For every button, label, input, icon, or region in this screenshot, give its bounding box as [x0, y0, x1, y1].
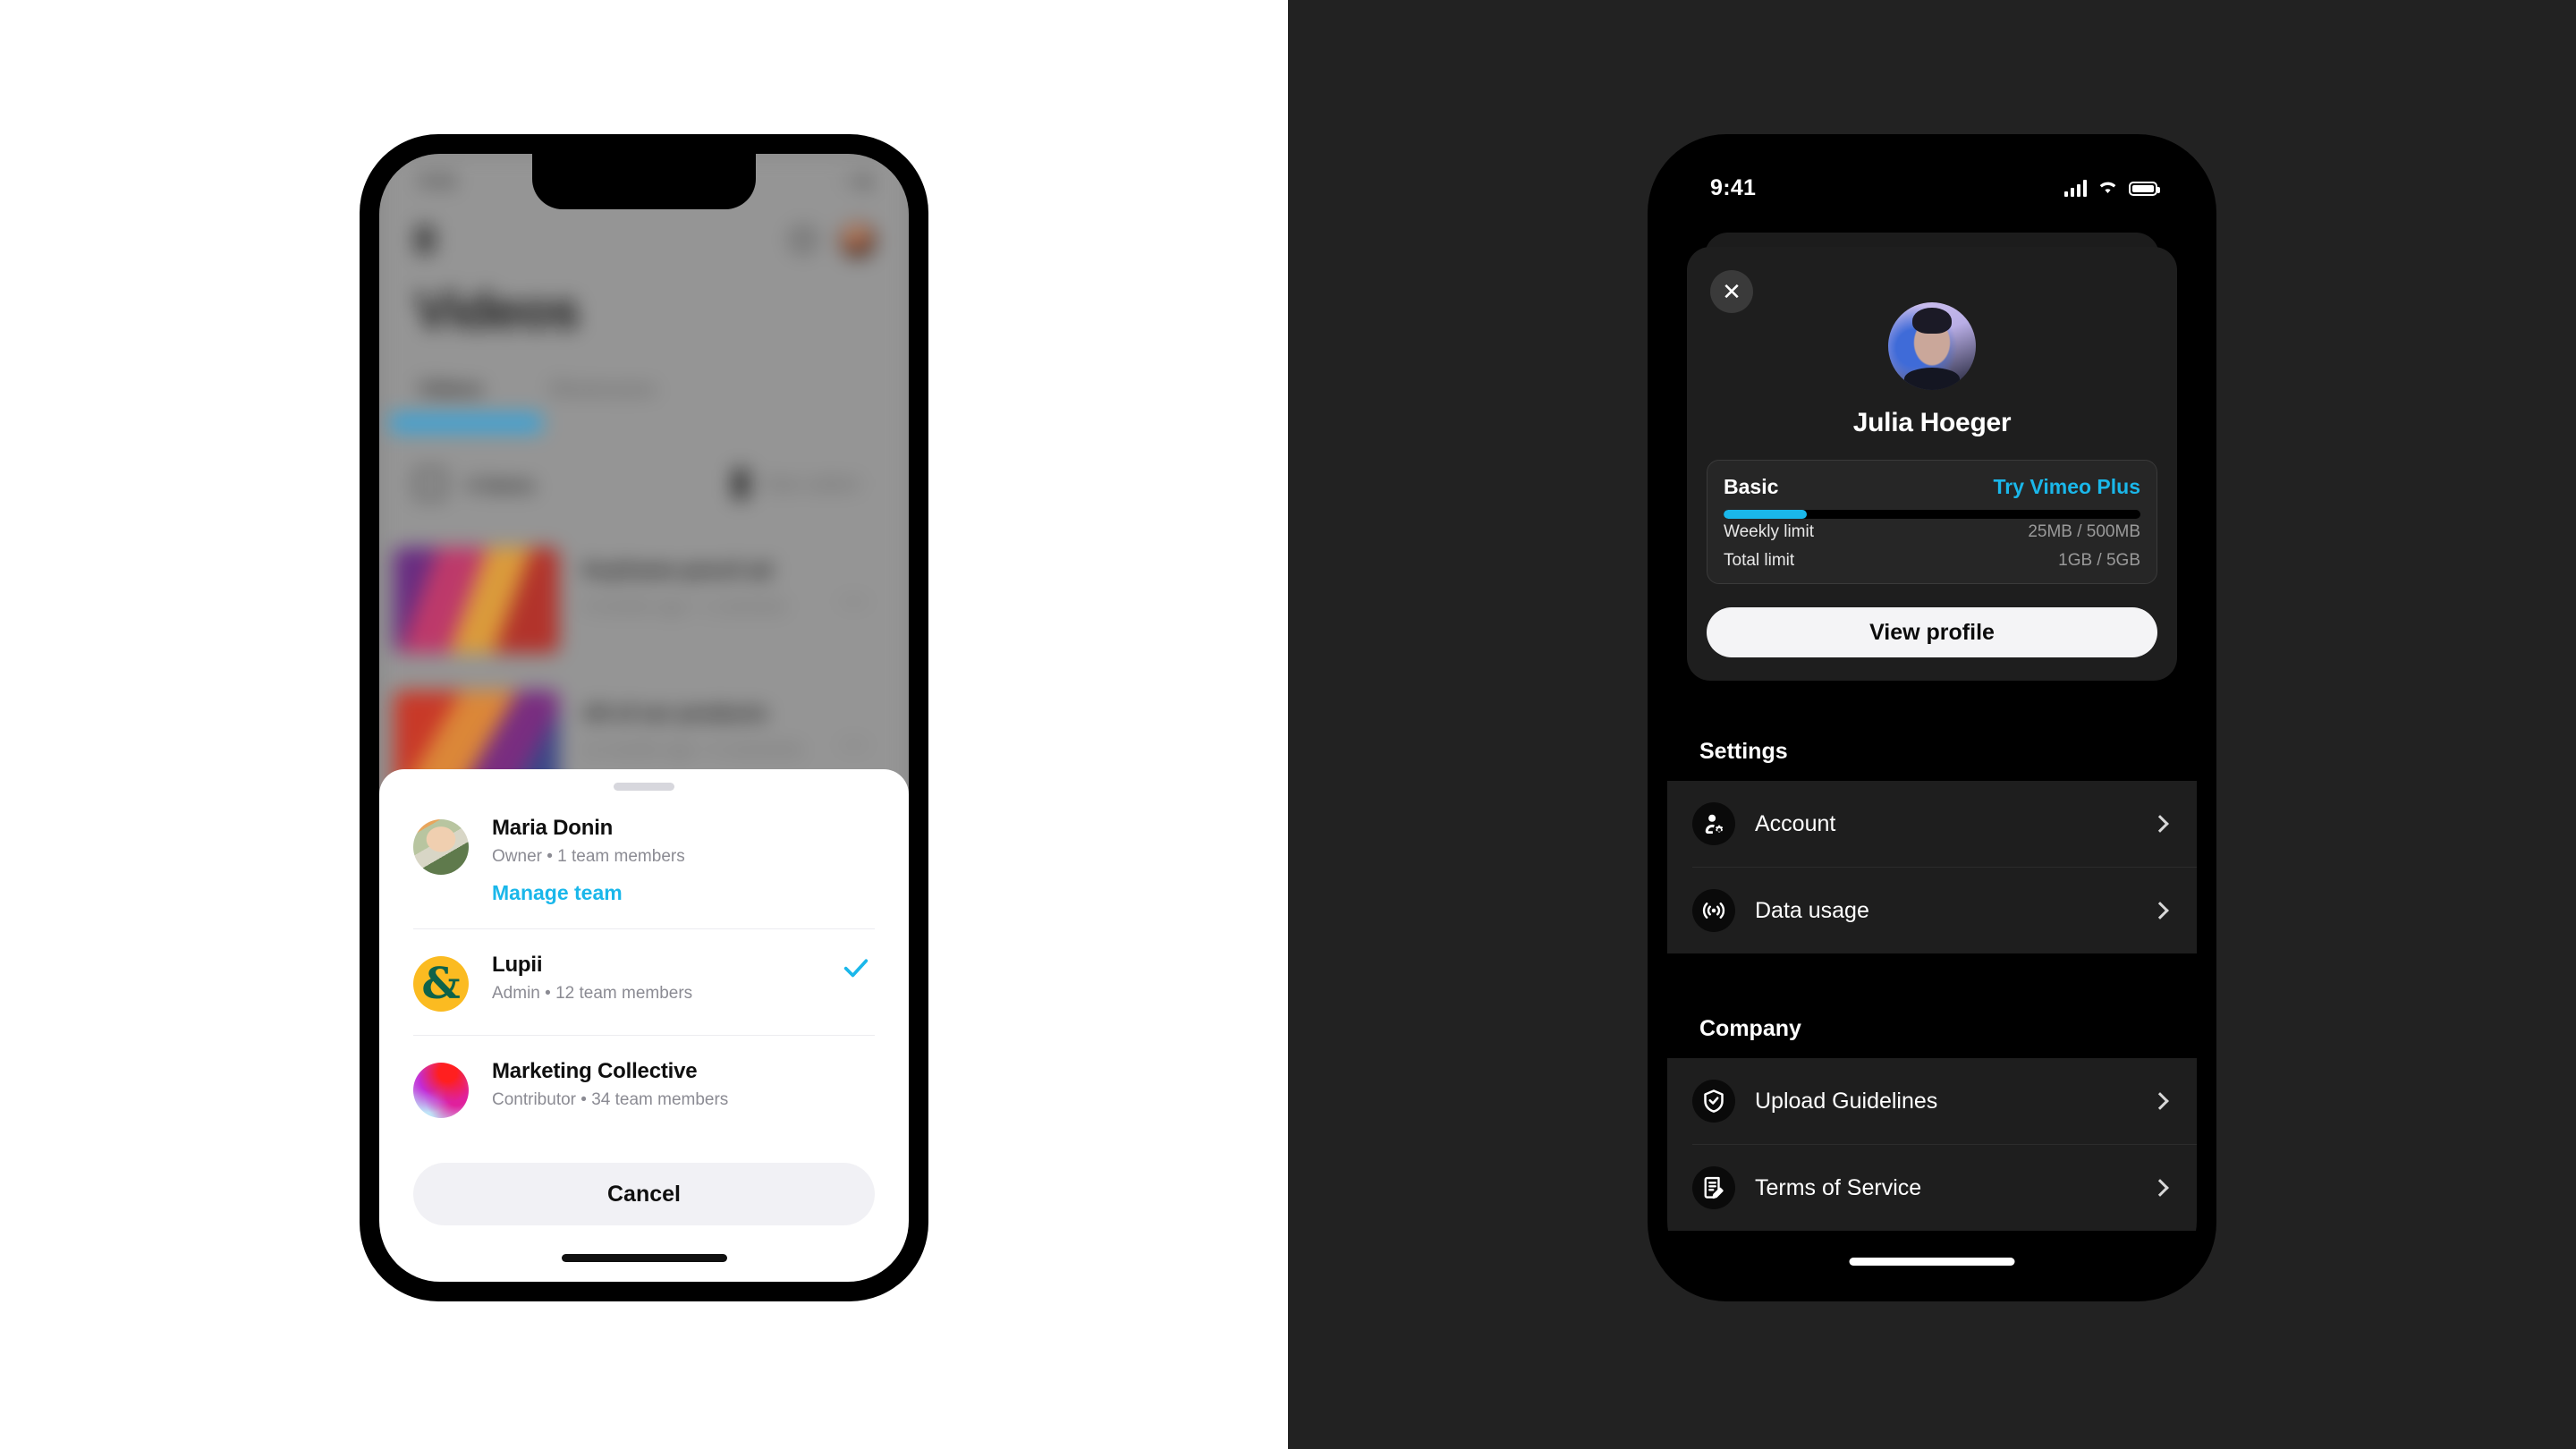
team-switcher-sheet: Maria Donin Owner • 1 team members Manag… — [379, 769, 909, 1282]
sidebar-item-label: Data usage — [1755, 897, 1869, 923]
settings-section: Settings Account Data usage — [1667, 708, 2197, 953]
sidebar-item-label: Account — [1755, 810, 1836, 836]
lupii-logo-icon: & — [421, 959, 461, 1009]
company-list: Upload Guidelines Terms of Service — [1667, 1058, 2197, 1231]
sidebar-item-label: Terms of Service — [1755, 1174, 1922, 1200]
team-meta: Owner • 1 team members — [492, 847, 685, 866]
section-heading: Settings — [1699, 739, 1788, 764]
sidebar-item-data-usage[interactable]: Data usage — [1667, 868, 2197, 953]
cancel-button[interactable]: Cancel — [413, 1163, 875, 1225]
avatar — [413, 819, 469, 875]
plan-row: Total limit 1GB / 5GB — [1724, 551, 2140, 571]
sidebar-item-account[interactable]: Account — [1667, 781, 2197, 867]
sidebar-item-upload-guidelines[interactable]: Upload Guidelines — [1667, 1058, 2197, 1144]
plan-row-value: 25MB / 500MB — [2028, 522, 2140, 541]
battery-full-icon — [2129, 181, 2160, 196]
status-bar: 9:41 — [1667, 154, 2197, 220]
company-section: Company Upload Guidelines Terms of Servi… — [1667, 986, 2197, 1231]
home-indicator[interactable] — [1849, 1258, 2015, 1266]
team-name: Marketing Collective — [492, 1059, 698, 1083]
plan-row-label: Weekly limit — [1724, 522, 1814, 541]
try-vimeo-plus-link[interactable]: Try Vimeo Plus — [1994, 475, 2140, 499]
sheet-drag-handle[interactable] — [614, 783, 674, 791]
shield-check-icon — [1692, 1080, 1735, 1123]
manage-team-link[interactable]: Manage team — [492, 881, 875, 905]
right-phone-frame: 9:41 ✕ Julia Hoeger Basic Try Vimeo Plus — [1648, 134, 2216, 1301]
page-title: Julia Hoeger — [1852, 408, 2012, 437]
chevron-right-icon — [2151, 902, 2169, 919]
plan-name: Basic — [1724, 475, 1779, 498]
close-icon[interactable]: ✕ — [1710, 270, 1753, 313]
account-person-gear-icon — [1692, 802, 1735, 845]
storage-progress-track — [1724, 510, 2140, 519]
profile-card: ✕ Julia Hoeger Basic Try Vimeo Plus Week… — [1687, 247, 2177, 681]
status-time: 9:41 — [1710, 175, 1757, 200]
team-name: Maria Donin — [492, 816, 614, 840]
cellular-bars-icon — [2064, 180, 2087, 197]
right-phone-screen: 9:41 ✕ Julia Hoeger Basic Try Vimeo Plus — [1667, 154, 2197, 1282]
chevron-right-icon — [2151, 1179, 2169, 1197]
left-phone-screen: 9:41 ▪▪▮ Videos Videos Showcases 4 items… — [379, 154, 909, 1282]
view-profile-button[interactable]: View profile — [1707, 607, 2157, 657]
team-meta: Admin • 12 team members — [492, 984, 693, 1003]
checkmark-icon — [841, 953, 871, 983]
team-name: Lupii — [492, 953, 543, 977]
avatar: & — [413, 956, 469, 1012]
wifi-icon — [2096, 177, 2120, 199]
avatar — [413, 1063, 469, 1118]
storage-progress-fill — [1724, 510, 1808, 519]
avatar — [1888, 302, 1976, 390]
left-phone-frame: 9:41 ▪▪▮ Videos Videos Showcases 4 items… — [360, 134, 928, 1301]
plan-row: Weekly limit 25MB / 500MB — [1724, 522, 2140, 542]
list-item[interactable]: Maria Donin Owner • 1 team members Manag… — [379, 791, 909, 905]
chevron-right-icon — [2151, 815, 2169, 833]
phone-notch — [532, 154, 756, 209]
team-meta: Contributor • 34 team members — [492, 1090, 729, 1109]
section-heading: Company — [1699, 1016, 1801, 1041]
sidebar-item-label: Upload Guidelines — [1755, 1088, 1938, 1114]
plan-card: Basic Try Vimeo Plus Weekly limit 25MB /… — [1707, 460, 2157, 584]
list-item[interactable]: & Lupii Admin • 12 team members — [379, 929, 909, 1035]
plan-row-label: Total limit — [1724, 551, 1795, 570]
sidebar-item-terms-of-service[interactable]: Terms of Service — [1667, 1145, 2197, 1231]
status-icons — [2064, 177, 2160, 199]
document-pencil-icon — [1692, 1166, 1735, 1209]
settings-list: Account Data usage — [1667, 781, 2197, 953]
home-indicator[interactable] — [561, 1254, 727, 1262]
plan-row-value: 1GB / 5GB — [2058, 551, 2140, 570]
list-item[interactable]: Marketing Collective Contributor • 34 te… — [379, 1036, 909, 1138]
data-usage-broadcast-icon — [1692, 889, 1735, 932]
chevron-right-icon — [2151, 1092, 2169, 1110]
